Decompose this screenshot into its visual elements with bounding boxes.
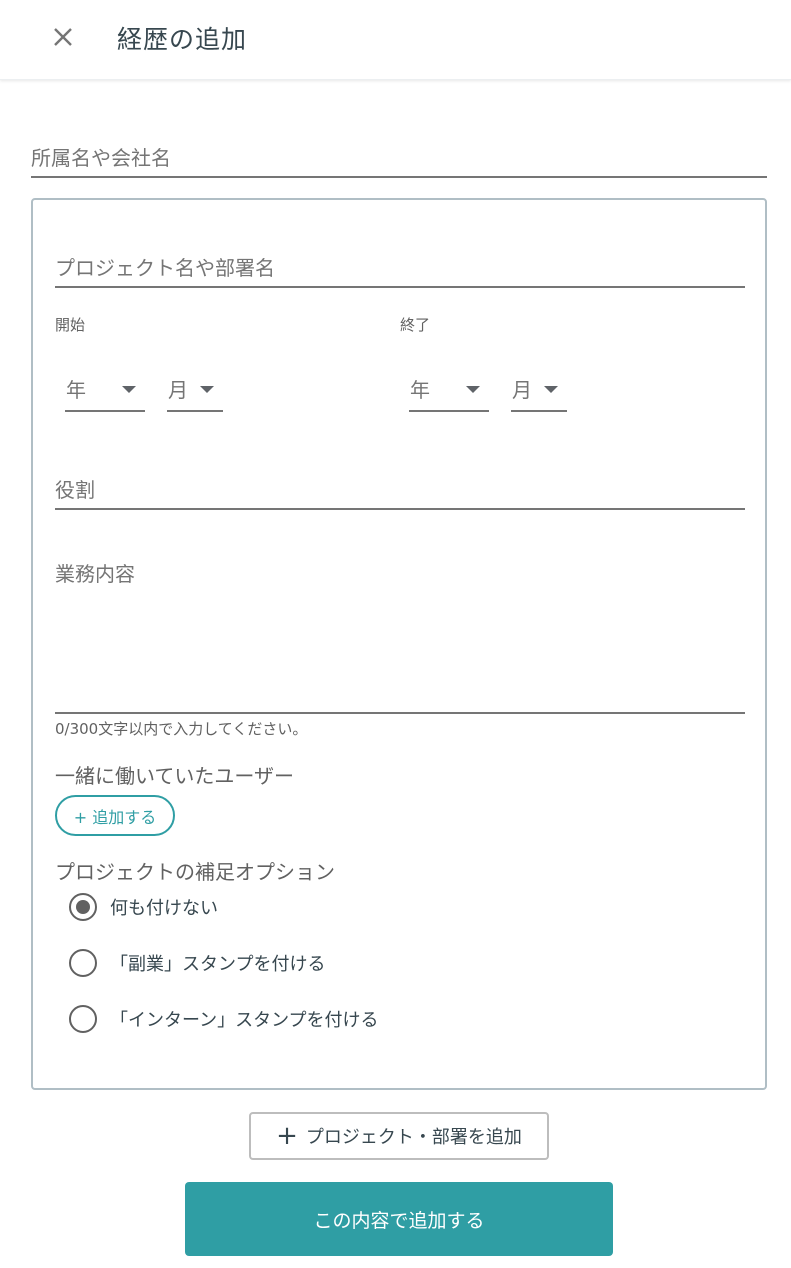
project-name-underline — [55, 286, 745, 288]
end-year-select[interactable]: 年 — [409, 364, 489, 412]
role-placeholder: 役割 — [55, 478, 95, 502]
radio-unchecked-icon — [69, 1005, 97, 1033]
start-label: 開始 — [55, 316, 86, 334]
end-label: 終了 — [400, 316, 431, 334]
option-none-radio[interactable]: 何も付けない — [69, 891, 218, 923]
option-label: 「インターン」スタンプを付ける — [110, 1010, 379, 1031]
chevron-down-icon — [200, 386, 214, 393]
close-icon — [54, 28, 72, 46]
radio-unchecked-icon — [69, 949, 97, 977]
submit-button[interactable]: この内容で追加する — [185, 1182, 613, 1256]
page-title: 経歴の追加 — [117, 25, 248, 54]
chevron-down-icon — [544, 386, 558, 393]
add-project-label: プロジェクト・部署を追加 — [305, 1127, 522, 1148]
add-user-button[interactable]: + 追加する — [55, 795, 175, 836]
role-input[interactable]: 役割 — [55, 468, 745, 510]
option-side-job-radio[interactable]: 「副業」スタンプを付ける — [69, 947, 325, 979]
role-underline — [55, 508, 745, 510]
coworkers-label: 一緒に働いていたユーザー — [55, 764, 294, 788]
end-month-value: 月 — [512, 378, 532, 402]
chevron-down-icon — [122, 386, 136, 393]
project-card: プロジェクト名や部署名 開始 終了 年 月 年 月 役割 業務内容 0/300文… — [31, 198, 767, 1090]
start-year-underline — [65, 410, 145, 412]
app-header: 経歴の追加 — [0, 0, 791, 80]
radio-checked-icon — [69, 893, 97, 921]
char-count-hint: 0/300文字以内で入力してください。 — [55, 720, 308, 738]
options-label: プロジェクトの補足オプション — [55, 860, 335, 884]
end-year-underline — [409, 410, 489, 412]
job-description-placeholder: 業務内容 — [55, 562, 135, 586]
end-month-underline — [511, 410, 567, 412]
company-name-underline — [31, 176, 767, 178]
option-intern-radio[interactable]: 「インターン」スタンプを付ける — [69, 1003, 379, 1035]
end-month-select[interactable]: 月 — [511, 364, 567, 412]
add-project-button[interactable]: + プロジェクト・部署を追加 — [249, 1112, 549, 1160]
company-name-placeholder: 所属名や会社名 — [31, 146, 171, 170]
chevron-down-icon — [466, 386, 480, 393]
plus-icon: + — [276, 1121, 298, 1151]
job-description-textarea[interactable]: 業務内容 — [55, 554, 745, 714]
start-year-value: 年 — [66, 378, 86, 402]
start-year-select[interactable]: 年 — [65, 364, 145, 412]
option-label: 何も付けない — [110, 898, 218, 919]
start-month-underline — [167, 410, 223, 412]
start-month-select[interactable]: 月 — [167, 364, 223, 412]
project-name-placeholder: プロジェクト名や部署名 — [55, 256, 275, 280]
job-description-underline — [55, 712, 745, 714]
company-name-input[interactable]: 所属名や会社名 — [31, 140, 767, 178]
close-button[interactable] — [44, 18, 82, 56]
end-year-value: 年 — [410, 378, 430, 402]
project-name-input[interactable]: プロジェクト名や部署名 — [55, 248, 745, 288]
option-label: 「副業」スタンプを付ける — [110, 954, 326, 975]
start-month-value: 月 — [168, 378, 188, 402]
